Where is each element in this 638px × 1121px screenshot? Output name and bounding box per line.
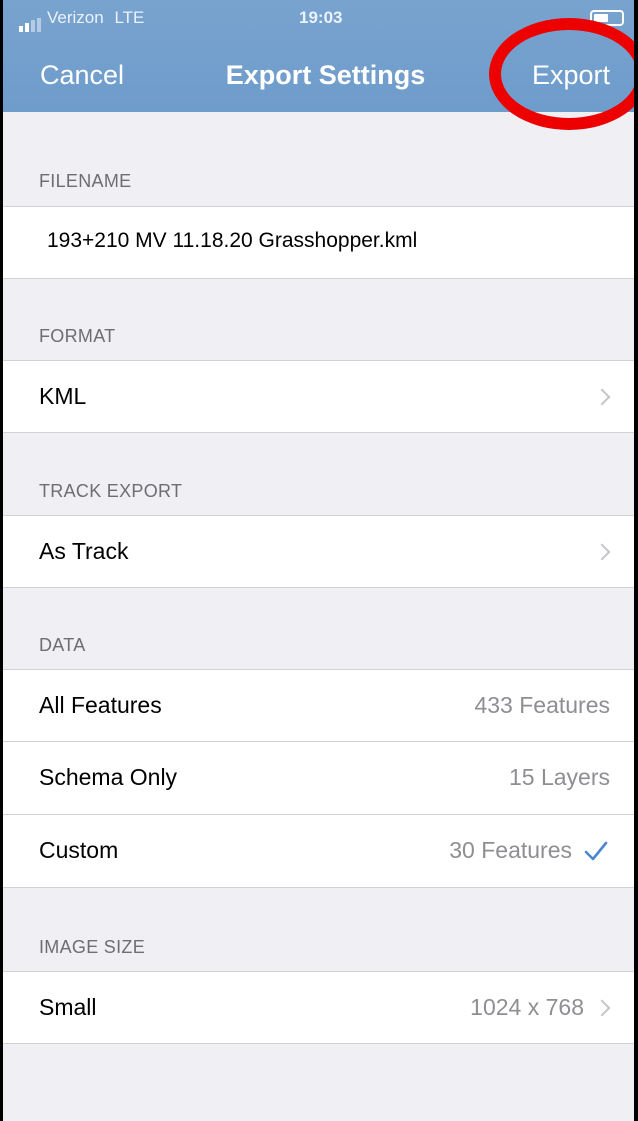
section-header-track-export: TRACK EXPORT <box>39 481 183 501</box>
image-size-row[interactable]: Small 1024 x 768 <box>3 971 634 1044</box>
network-type: LTE <box>114 8 145 27</box>
image-size-value: 1024 x 768 <box>470 994 584 1020</box>
screen: Verizon LTE 19:03 Cancel Export Settings… <box>0 0 638 1121</box>
chevron-right-icon <box>593 543 611 561</box>
data-row-value: 30 Features <box>449 837 572 863</box>
status-bar: Verizon LTE 19:03 <box>19 8 624 32</box>
format-value: KML <box>39 383 87 409</box>
data-row-all-features[interactable]: All Features 433 Features <box>3 669 634 742</box>
section-header-image-size: IMAGE SIZE <box>39 937 146 957</box>
data-row-value: 433 Features <box>474 692 610 718</box>
image-size-label: Small <box>39 994 97 1020</box>
section-header-format: FORMAT <box>39 326 116 346</box>
battery-icon <box>590 10 624 26</box>
status-time: 19:03 <box>299 8 343 27</box>
row-separator <box>39 814 634 815</box>
checkmark-icon <box>584 841 608 861</box>
format-row[interactable]: KML <box>3 360 634 433</box>
data-row-label: All Features <box>39 692 162 718</box>
filename-field[interactable]: 193+210 MV 11.18.20 Grasshopper.kml <box>3 206 634 279</box>
data-row-custom[interactable]: Custom 30 Features <box>3 814 634 888</box>
nav-bar-row: Cancel Export Settings Export <box>3 52 634 102</box>
track-export-value: As Track <box>39 538 129 564</box>
signal-strength-icon <box>19 12 43 32</box>
filename-value: 193+210 MV 11.18.20 Grasshopper.kml <box>47 229 418 252</box>
section-header-data: DATA <box>39 635 86 655</box>
navigation-bar: Verizon LTE 19:03 Cancel Export Settings… <box>3 0 634 112</box>
chevron-right-icon <box>593 388 611 406</box>
row-separator <box>39 741 634 742</box>
export-button[interactable]: Export <box>532 60 610 91</box>
data-row-schema-only[interactable]: Schema Only 15 Layers <box>3 741 634 815</box>
data-row-label: Schema Only <box>39 764 178 790</box>
data-row-label: Custom <box>39 837 119 863</box>
chevron-right-icon <box>593 999 611 1017</box>
data-row-value: 15 Layers <box>508 764 610 790</box>
section-header-filename: FILENAME <box>39 171 132 191</box>
track-export-row[interactable]: As Track <box>3 515 634 588</box>
carrier-name: Verizon <box>47 8 104 27</box>
